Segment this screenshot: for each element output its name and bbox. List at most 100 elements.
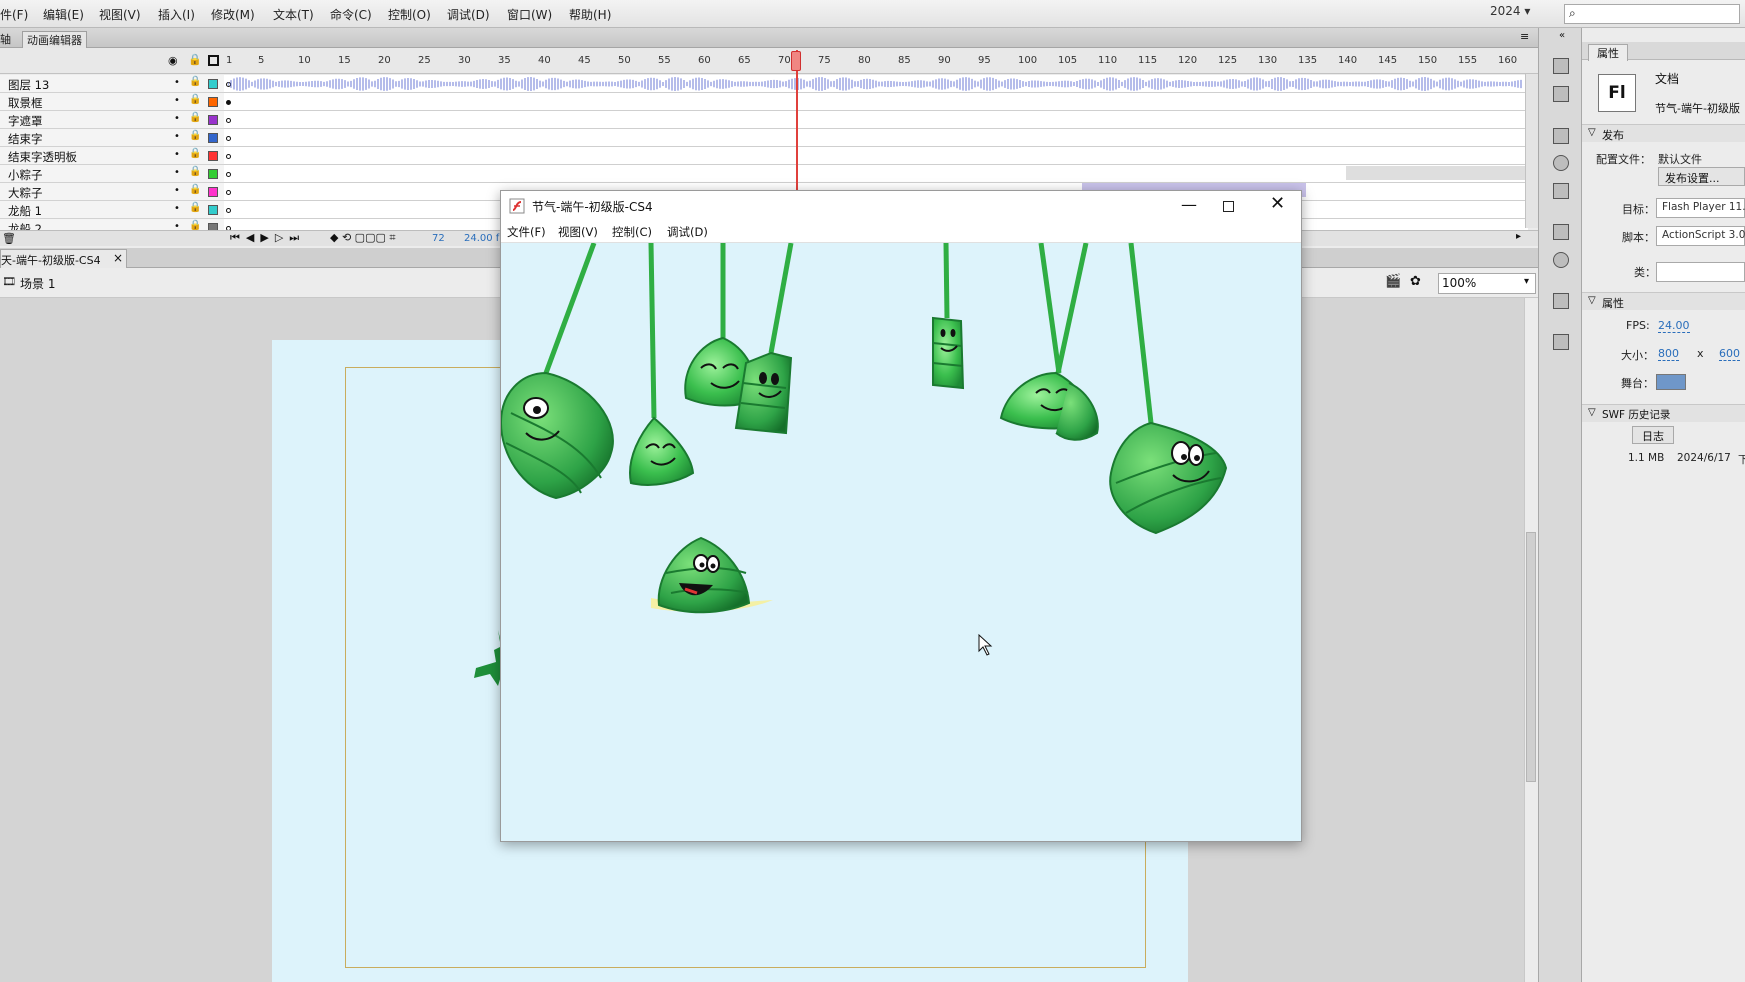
player-menu-view[interactable]: 视图(V) [558, 224, 598, 240]
lock-icon[interactable]: 🔒 [189, 202, 201, 213]
tab-timeline[interactable]: 轴 [0, 31, 11, 47]
visibility-dot-icon[interactable]: • [174, 167, 180, 178]
lock-icon[interactable]: 🔒 [189, 148, 201, 159]
visibility-dot-icon[interactable]: • [174, 77, 180, 88]
menu-commands[interactable]: 命令(C) [330, 6, 372, 23]
transform-icon[interactable] [1553, 183, 1569, 199]
menu-view[interactable]: 视图(V) [99, 6, 141, 23]
keyframe-marker[interactable] [226, 136, 231, 141]
color-icon[interactable] [1553, 58, 1569, 74]
height-value[interactable]: 600 [1719, 347, 1740, 361]
keyframe-marker[interactable] [226, 208, 231, 213]
player-menu-file[interactable]: 文件(F) [507, 224, 546, 240]
visibility-dot-icon[interactable]: • [174, 149, 180, 160]
target-select[interactable]: Flash Player 11.2 [1656, 198, 1745, 218]
visibility-dot-icon[interactable]: • [174, 113, 180, 124]
outline-icon[interactable] [208, 55, 219, 66]
player-menu-debug[interactable]: 调试(D) [667, 224, 708, 240]
publish-settings-button[interactable]: 发布设置... [1658, 167, 1745, 186]
menu-modify[interactable]: 修改(M) [211, 6, 255, 23]
collapse-icon[interactable]: « [1559, 30, 1565, 41]
minimize-icon[interactable]: — [1181, 195, 1197, 214]
visibility-dot-icon[interactable]: • [174, 203, 180, 214]
visibility-dot-icon[interactable]: • [174, 131, 180, 142]
lock-icon[interactable]: 🔒 [189, 130, 201, 141]
layer-color-swatch[interactable] [208, 169, 218, 179]
timeline-vscroll[interactable] [1525, 74, 1538, 228]
script-select[interactable]: ActionScript 3.0 [1656, 226, 1745, 246]
workspace-year-selector[interactable]: 2024 ▾ [1490, 4, 1530, 18]
scene-label[interactable]: 场景 1 [20, 275, 55, 292]
menu-insert[interactable]: 插入(I) [158, 6, 195, 23]
panel-menu-icon[interactable]: ≡ [1520, 30, 1529, 43]
menu-window[interactable]: 窗口(W) [507, 6, 552, 23]
edit-scene-icon[interactable]: 🎬 [1385, 274, 1401, 289]
frame-row[interactable] [224, 111, 1528, 129]
player-menu-control[interactable]: 控制(C) [612, 224, 652, 240]
keyframe-marker[interactable] [226, 172, 231, 177]
class-input[interactable] [1656, 262, 1745, 282]
menu-file[interactable]: 件(F) [0, 6, 28, 23]
lock-icon[interactable]: 🔒 [189, 94, 201, 105]
scroll-right-icon[interactable]: ▸ [1516, 231, 1521, 242]
layer-color-swatch[interactable] [208, 115, 218, 125]
onion-skin-icon[interactable]: ◆ ⟲ ▢▢▢ ⌗ [330, 231, 396, 245]
playback-controls[interactable]: ⏮◀▶▷⏭ [230, 231, 305, 245]
close-icon[interactable]: × [113, 251, 123, 265]
components-icon[interactable] [1553, 252, 1569, 268]
visibility-dot-icon[interactable]: • [174, 185, 180, 196]
layer-color-swatch[interactable] [208, 133, 218, 143]
swatches-icon[interactable] [1553, 86, 1569, 102]
swf-history-section-header[interactable]: ▽ SWF 历史记录 [1582, 404, 1745, 422]
menu-control[interactable]: 控制(O) [388, 6, 431, 23]
project-icon[interactable] [1553, 334, 1569, 350]
current-frame[interactable]: 72 [432, 233, 445, 244]
layer-row[interactable]: 字遮罩 • 🔒 [0, 111, 224, 129]
layer-color-swatch[interactable] [208, 205, 218, 215]
log-button[interactable]: 日志 [1632, 426, 1674, 444]
layer-row[interactable]: 图层 13 • 🔒 [0, 75, 224, 93]
player-titlebar[interactable]: 节气-端午-初级版-CS4 — ✕ [501, 191, 1301, 221]
lock-icon[interactable]: 🔒 [189, 76, 201, 87]
layer-color-swatch[interactable] [208, 79, 218, 89]
frame-row[interactable] [224, 147, 1528, 165]
document-tab[interactable]: 天-端午-初级版-CS4 × [0, 249, 127, 268]
lock-icon[interactable]: 🔒 [188, 53, 202, 66]
motion-presets-icon[interactable] [1553, 293, 1569, 309]
frame-ruler[interactable]: 1 5 10 15 20 25 30 35 40 45 50 55 60 65 70 75 80 85 90 95 10… [224, 48, 1528, 74]
edit-symbol-icon[interactable]: ✿ [1410, 274, 1421, 289]
layer-row[interactable]: 龙船 1 • 🔒 [0, 201, 224, 219]
tab-properties[interactable]: 属性 [1588, 44, 1628, 61]
maximize-icon[interactable] [1223, 201, 1234, 212]
layer-row[interactable]: 取景框 • 🔒 [0, 93, 224, 111]
properties-section-header[interactable]: ▽ 属性 [1582, 292, 1745, 310]
publish-section-header[interactable]: ▽ 发布 [1582, 124, 1745, 142]
menu-debug[interactable]: 调试(D) [447, 6, 490, 23]
layer-row[interactable]: 结束字 • 🔒 [0, 129, 224, 147]
keyframe-marker[interactable] [226, 190, 231, 195]
menu-help[interactable]: 帮助(H) [569, 6, 611, 23]
eye-icon[interactable]: ◉ [168, 54, 178, 67]
layer-color-swatch[interactable] [208, 151, 218, 161]
library-icon[interactable] [1553, 224, 1569, 240]
layer-row[interactable]: 大粽子 • 🔒 [0, 183, 224, 201]
width-value[interactable]: 800 [1658, 347, 1679, 361]
layer-color-swatch[interactable] [208, 97, 218, 107]
frame-row[interactable] [224, 129, 1528, 147]
frame-row[interactable] [224, 93, 1528, 111]
layer-row[interactable]: 小粽子 • 🔒 [0, 165, 224, 183]
stage-color-swatch[interactable] [1656, 374, 1686, 390]
keyframe-marker[interactable] [226, 118, 231, 123]
frame-row[interactable] [224, 165, 1528, 183]
playhead[interactable] [796, 50, 798, 200]
lock-icon[interactable]: 🔒 [189, 112, 201, 123]
help-search-input[interactable]: ⌕ [1564, 4, 1740, 24]
lock-icon[interactable]: 🔒 [189, 184, 201, 195]
align-icon[interactable] [1553, 128, 1569, 144]
layer-row[interactable]: 结束字透明板 • 🔒 [0, 147, 224, 165]
player-canvas[interactable] [501, 243, 1301, 841]
lock-icon[interactable]: 🔒 [189, 166, 201, 177]
close-icon[interactable]: ✕ [1270, 193, 1285, 214]
workarea-scroll-thumb[interactable] [1526, 532, 1536, 782]
info-icon[interactable] [1553, 155, 1569, 171]
